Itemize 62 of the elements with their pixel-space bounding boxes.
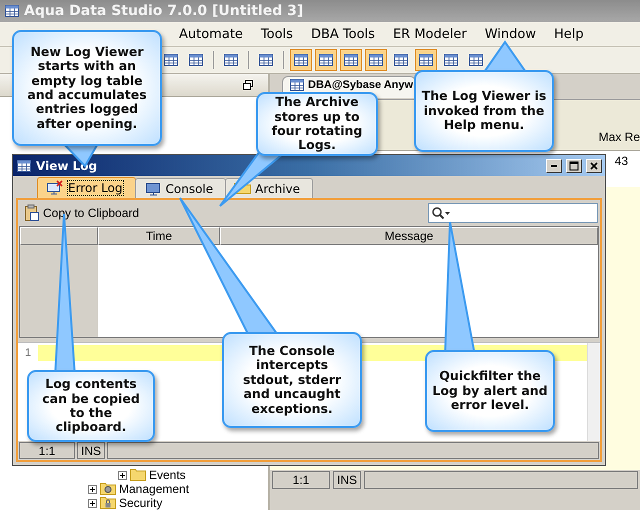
callout: New Log Viewer starts with an empty log table and accumulates entries logged after opening.	[12, 30, 162, 146]
tree-item[interactable]: Events	[149, 468, 186, 482]
log-icon	[16, 158, 32, 174]
callout: Log contents can be copied to the clipboard.	[27, 370, 155, 442]
expand-icon[interactable]	[118, 470, 127, 480]
maximize-button[interactable]	[566, 158, 582, 172]
expand-icon[interactable]	[88, 484, 97, 494]
search-icon	[431, 206, 451, 220]
toolbar-icon[interactable]	[468, 52, 484, 68]
column-header[interactable]: Time	[98, 227, 220, 245]
toolbar-icon[interactable]	[343, 52, 359, 68]
gear-folder-icon	[100, 483, 116, 495]
close-icon	[589, 160, 599, 170]
callout: Quickfilter the Log by alert and error level.	[425, 350, 555, 432]
monitor-icon	[144, 180, 162, 196]
query-icon	[289, 77, 305, 93]
maximize-icon	[569, 160, 579, 170]
minimize-icon	[551, 164, 557, 166]
toolbar-icon[interactable]	[443, 52, 459, 68]
column-header[interactable]: Message	[220, 227, 598, 245]
menu-item[interactable]: Automate	[170, 26, 252, 42]
toolbar-icon[interactable]	[418, 52, 434, 68]
toolbar-icon[interactable]	[223, 52, 239, 68]
menu-item[interactable]: Window	[476, 26, 545, 42]
toolbar-icon[interactable]	[393, 52, 409, 68]
line-number: 1	[24, 347, 32, 359]
menu-item[interactable]: ER Modeler	[384, 26, 476, 42]
cursor-position: 1:1	[272, 471, 330, 489]
line-number: 43	[614, 154, 628, 168]
cursor-position: 1:1	[19, 442, 75, 459]
close-button[interactable]	[586, 158, 602, 172]
clipboard-icon	[24, 204, 40, 222]
toolbar-icon[interactable]	[163, 52, 179, 68]
tab[interactable]: Console	[134, 178, 226, 198]
menu-item[interactable]: Help	[544, 26, 593, 42]
lock-folder-icon	[100, 497, 116, 509]
callout: The Console intercepts stdout, stderr and uncaught exceptions.	[222, 332, 362, 428]
callout: The Archive stores up to four rotating Logs.	[256, 92, 378, 156]
toolbar-icon[interactable]	[188, 52, 204, 68]
tab[interactable]: Error Log	[37, 177, 136, 198]
scrollbar[interactable]	[587, 343, 600, 441]
search-field[interactable]	[428, 203, 598, 223]
tree-item[interactable]: Security	[119, 496, 162, 510]
copy-button[interactable]: Copy to Clipboard	[22, 203, 142, 223]
expand-icon[interactable]	[88, 498, 97, 508]
window-title: Aqua Data Studio 7.0.0 [Untitled 3]	[24, 3, 304, 19]
toolbar-icon[interactable]	[368, 52, 384, 68]
folder-icon	[130, 469, 146, 481]
minimize-button[interactable]	[546, 158, 562, 172]
restore-icon[interactable]	[242, 79, 254, 91]
insert-mode: INS	[77, 442, 105, 459]
menu-item[interactable]: DBA Tools	[302, 26, 384, 42]
toolbar-icon[interactable]	[293, 52, 309, 68]
insert-mode: INS	[333, 471, 361, 489]
monitor-error-icon	[46, 180, 64, 196]
callout: The Log Viewer is invoked from the Help menu.	[414, 70, 554, 152]
app-icon	[4, 3, 20, 19]
toolbar-label[interactable]: Max Re	[596, 130, 640, 144]
toolbar-icon[interactable]	[258, 52, 274, 68]
menu-item[interactable]: Tools	[252, 26, 302, 42]
tree-item[interactable]: Management	[119, 482, 190, 496]
toolbar-icon[interactable]	[318, 52, 334, 68]
